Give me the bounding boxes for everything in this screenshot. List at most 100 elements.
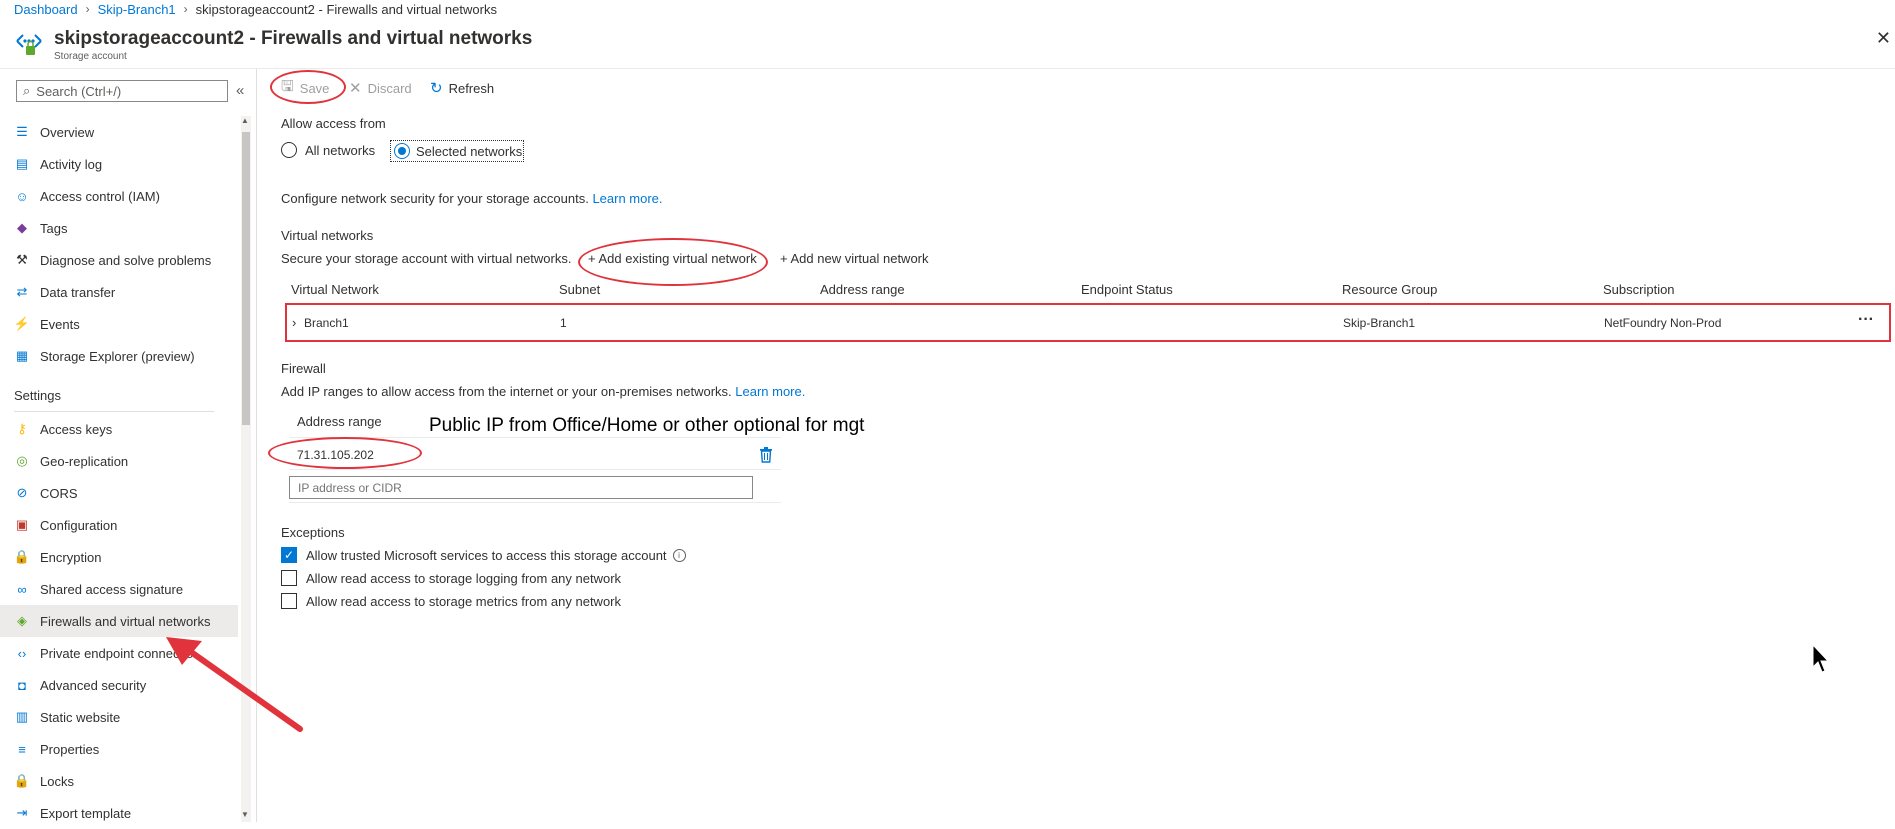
firewall-learn-more-link[interactable]: Learn more. bbox=[735, 384, 805, 399]
export-icon: ⇥ bbox=[16, 805, 28, 820]
sidebar-item-configuration[interactable]: ▣ Configuration bbox=[0, 509, 238, 541]
sidebar-item-label: Configuration bbox=[40, 517, 118, 533]
settings-divider bbox=[14, 411, 214, 412]
allow-access-heading: Allow access from bbox=[281, 116, 386, 131]
sidebar-item-overview[interactable]: ☰ Overview bbox=[0, 116, 238, 148]
configure-description: Configure network security for your stor… bbox=[281, 191, 589, 206]
lightning-icon: ⚡ bbox=[13, 316, 31, 331]
sidebar-item-label: Access keys bbox=[40, 421, 113, 437]
breadcrumb-resource-group[interactable]: Skip-Branch1 bbox=[98, 2, 176, 17]
close-icon[interactable]: ✕ bbox=[1876, 28, 1891, 49]
discard-label: Discard bbox=[367, 80, 412, 96]
info-icon[interactable]: i bbox=[672, 548, 686, 562]
annotation-oval-ip bbox=[268, 437, 422, 469]
lock-icon: 🔒 bbox=[13, 549, 31, 564]
page-title: skipstorageaccount2 - Firewalls and virt… bbox=[54, 28, 533, 49]
scroll-up-icon[interactable]: ▲ bbox=[241, 116, 249, 125]
radio-selected-networks-label: Selected networks bbox=[416, 143, 523, 159]
col-subscription: Subscription bbox=[1603, 282, 1675, 297]
website-icon: ▥ bbox=[15, 709, 29, 724]
sidebar-item-cors[interactable]: ⊘ CORS bbox=[0, 477, 238, 509]
mouse-cursor-icon bbox=[1812, 644, 1830, 673]
checkbox-icon[interactable] bbox=[281, 593, 297, 609]
divider bbox=[289, 469, 781, 470]
scrollbar-thumb[interactable] bbox=[242, 132, 250, 425]
settings-heading: Settings bbox=[14, 388, 61, 403]
sidebar-item-label: Storage Explorer (preview) bbox=[40, 348, 195, 364]
data-transfer-icon: ⇄ bbox=[16, 284, 28, 299]
sidebar-item-label: Encryption bbox=[40, 549, 102, 565]
overview-icon: ☰ bbox=[16, 124, 28, 139]
exception-label: Allow read access to storage metrics fro… bbox=[306, 593, 622, 609]
close-icon: ✕ bbox=[349, 80, 362, 97]
exception-trusted-services[interactable]: ✓ Allow trusted Microsoft services to ac… bbox=[281, 547, 686, 563]
sidebar-item-data-transfer[interactable]: ⇄ Data transfer bbox=[0, 276, 238, 308]
delete-icon[interactable] bbox=[759, 447, 773, 463]
exceptions-heading: Exceptions bbox=[281, 525, 345, 540]
sidebar-item-label: CORS bbox=[40, 485, 78, 501]
exception-label: Allow trusted Microsoft services to acce… bbox=[306, 547, 667, 563]
discard-button[interactable]: ✕ Discard bbox=[349, 78, 412, 98]
sidebar-item-label: Properties bbox=[40, 741, 100, 757]
col-subnet: Subnet bbox=[559, 282, 601, 297]
sidebar-item-label: Shared access signature bbox=[40, 581, 184, 597]
sidebar-item-storage-explorer-preview[interactable]: ▦ Storage Explorer (preview) bbox=[0, 340, 238, 372]
add-new-vnet-link[interactable]: + Add new virtual network bbox=[780, 251, 929, 266]
refresh-label: Refresh bbox=[448, 80, 495, 96]
header-divider bbox=[0, 68, 1895, 69]
annotation-text: Public IP from Office/Home or other opti… bbox=[429, 415, 865, 436]
search-placeholder: Search (Ctrl+/) bbox=[36, 83, 122, 99]
sidebar-item-access-control-iam[interactable]: ☺ Access control (IAM) bbox=[0, 180, 238, 212]
sidebar-item-access-keys[interactable]: ⚷ Access keys bbox=[0, 413, 238, 445]
breadcrumb-dashboard[interactable]: Dashboard bbox=[14, 2, 78, 17]
lock-icon: 🔒 bbox=[13, 773, 31, 788]
learn-more-link[interactable]: Learn more. bbox=[592, 191, 662, 206]
sidebar-item-properties[interactable]: ≡ Properties bbox=[0, 733, 238, 765]
globe-icon: ◎ bbox=[16, 453, 28, 468]
scroll-down-icon[interactable]: ▼ bbox=[241, 810, 249, 819]
search-icon: ⌕ bbox=[23, 83, 31, 98]
tag-icon: ◆ bbox=[17, 220, 27, 235]
cors-icon: ⊘ bbox=[16, 485, 28, 500]
checkbox-checked-icon[interactable]: ✓ bbox=[281, 547, 297, 563]
exception-metrics[interactable]: Allow read access to storage metrics fro… bbox=[281, 593, 621, 609]
sidebar-item-diagnose-and-solve-problems[interactable]: ⚒ Diagnose and solve problems bbox=[0, 244, 238, 276]
sidebar-item-label: Overview bbox=[40, 124, 95, 140]
sidebar-item-label: Data transfer bbox=[40, 284, 116, 300]
sidebar-item-tags[interactable]: ◆ Tags bbox=[0, 212, 238, 244]
shield-icon: ◘ bbox=[18, 677, 26, 693]
sidebar-item-export-template[interactable]: ⇥ Export template bbox=[0, 797, 238, 829]
sidebar-item-shared-access-signature[interactable]: ∞ Shared access signature bbox=[0, 573, 238, 605]
refresh-button[interactable]: ↻ Refresh bbox=[430, 78, 494, 98]
sidebar-item-activity-log[interactable]: ▤ Activity log bbox=[0, 148, 238, 180]
annotation-oval-add-existing bbox=[578, 238, 768, 286]
exception-logging[interactable]: Allow read access to storage logging fro… bbox=[281, 570, 621, 586]
sidebar-item-label: Geo-replication bbox=[40, 453, 129, 469]
storage-firewall-icon bbox=[16, 34, 42, 55]
collapse-sidebar-icon[interactable]: « bbox=[236, 82, 244, 99]
chevron-right-icon: › bbox=[183, 2, 188, 16]
breadcrumb: Dashboard › Skip-Branch1 › skipstorageac… bbox=[14, 0, 497, 18]
ip-address-input[interactable] bbox=[289, 476, 753, 499]
divider bbox=[289, 502, 781, 503]
radio-selected-networks[interactable]: Selected networks bbox=[390, 140, 524, 162]
firewall-icon: ◈ bbox=[17, 613, 27, 628]
checkbox-icon[interactable] bbox=[281, 570, 297, 586]
radio-all-networks[interactable]: All networks bbox=[281, 142, 375, 158]
firewall-heading: Firewall bbox=[281, 361, 326, 376]
virtual-networks-heading: Virtual networks bbox=[281, 228, 374, 243]
sidebar-item-events[interactable]: ⚡ Events bbox=[0, 308, 238, 340]
firewall-description-line: Add IP ranges to allow access from the i… bbox=[281, 384, 805, 399]
sidebar-item-label: Static website bbox=[40, 709, 121, 725]
exception-label: Allow read access to storage logging fro… bbox=[306, 570, 622, 586]
sidebar-item-locks[interactable]: 🔒 Locks bbox=[0, 765, 238, 797]
storage-explorer-icon: ▦ bbox=[15, 348, 29, 363]
sidebar-item-firewalls-and-virtual-networks[interactable]: ◈ Firewalls and virtual networks bbox=[0, 605, 238, 637]
sidebar-item-geo-replication[interactable]: ◎ Geo-replication bbox=[0, 445, 238, 477]
col-resource-group: Resource Group bbox=[1342, 282, 1438, 297]
breadcrumb-current: skipstorageaccount2 - Firewalls and virt… bbox=[195, 1, 497, 17]
col-endpoint-status: Endpoint Status bbox=[1081, 282, 1173, 297]
search-input[interactable]: ⌕ Search (Ctrl+/) bbox=[16, 80, 228, 102]
annotation-rect-vnet-row bbox=[285, 303, 1891, 342]
sidebar-item-encryption[interactable]: 🔒 Encryption bbox=[0, 541, 238, 573]
